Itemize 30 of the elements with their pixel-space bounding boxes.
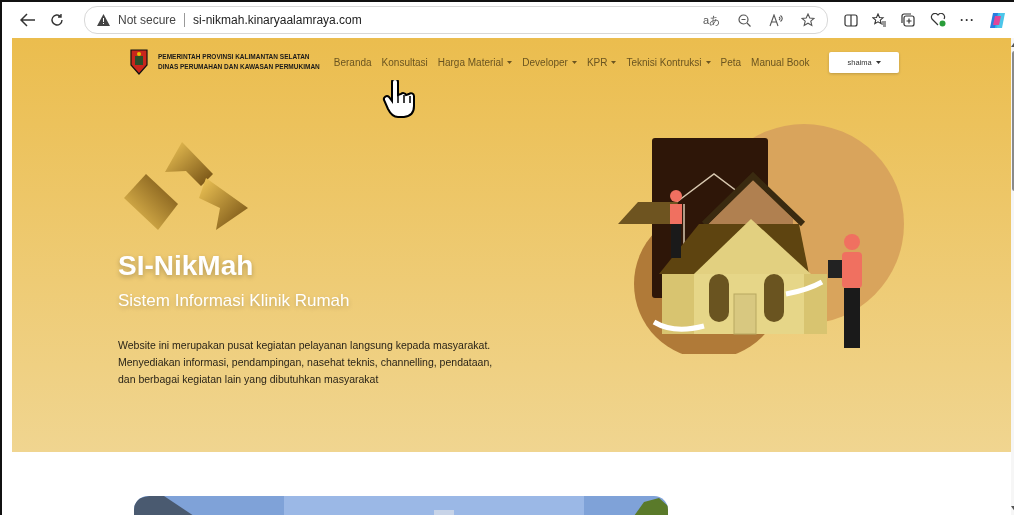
more-icon[interactable]: ··· bbox=[960, 13, 975, 27]
performance-icon[interactable] bbox=[930, 13, 946, 27]
hand-cursor-icon bbox=[382, 80, 418, 118]
copilot-icon[interactable] bbox=[989, 11, 1006, 29]
nav-link[interactable]: Konsultasi bbox=[381, 56, 428, 68]
address-bar[interactable]: Not secure si-nikmah.kinaryaalamraya.com aあ bbox=[84, 6, 828, 34]
warning-icon bbox=[97, 14, 110, 26]
collections-icon[interactable] bbox=[901, 13, 916, 27]
translate-icon[interactable]: aあ bbox=[702, 12, 720, 28]
url-text: si-nikmah.kinaryaalamraya.com bbox=[193, 13, 362, 27]
read-aloud-icon[interactable] bbox=[769, 13, 783, 27]
site-subtitle: Sistem Informasi Klinik Rumah bbox=[118, 291, 351, 311]
nav-link[interactable]: KPR bbox=[586, 56, 617, 68]
split-screen-icon[interactable] bbox=[844, 13, 858, 27]
logo-icon bbox=[122, 140, 250, 232]
site-description: Website ini merupakan pusat kegiatan pelayanan langsung kepada masyarakat. Menyediakan informasi, pendampingan, nasehat teknis, channelling, pendataan, dan berbagai kegiatan lain yang dibutuhkan masyarakat bbox=[118, 338, 494, 387]
security-label: Not secure bbox=[118, 13, 177, 27]
nav-link[interactable]: Manual Book bbox=[751, 56, 810, 68]
nav-link[interactable]: Harga Material bbox=[437, 56, 513, 68]
zoom-out-icon[interactable] bbox=[738, 13, 751, 27]
star-icon[interactable] bbox=[801, 13, 815, 27]
back-icon[interactable] bbox=[20, 13, 36, 27]
site-title: SI-NikMah bbox=[118, 250, 255, 282]
nav-link[interactable]: Beranda bbox=[333, 56, 372, 68]
nav-link[interactable]: Developer bbox=[522, 56, 577, 68]
nav-link[interactable]: Peta bbox=[720, 56, 742, 68]
nav-link[interactable]: Teknisi Kontruksi bbox=[626, 56, 711, 68]
refresh-icon[interactable] bbox=[50, 13, 64, 27]
favorites-icon[interactable] bbox=[872, 13, 887, 27]
emblem-icon bbox=[130, 49, 148, 75]
